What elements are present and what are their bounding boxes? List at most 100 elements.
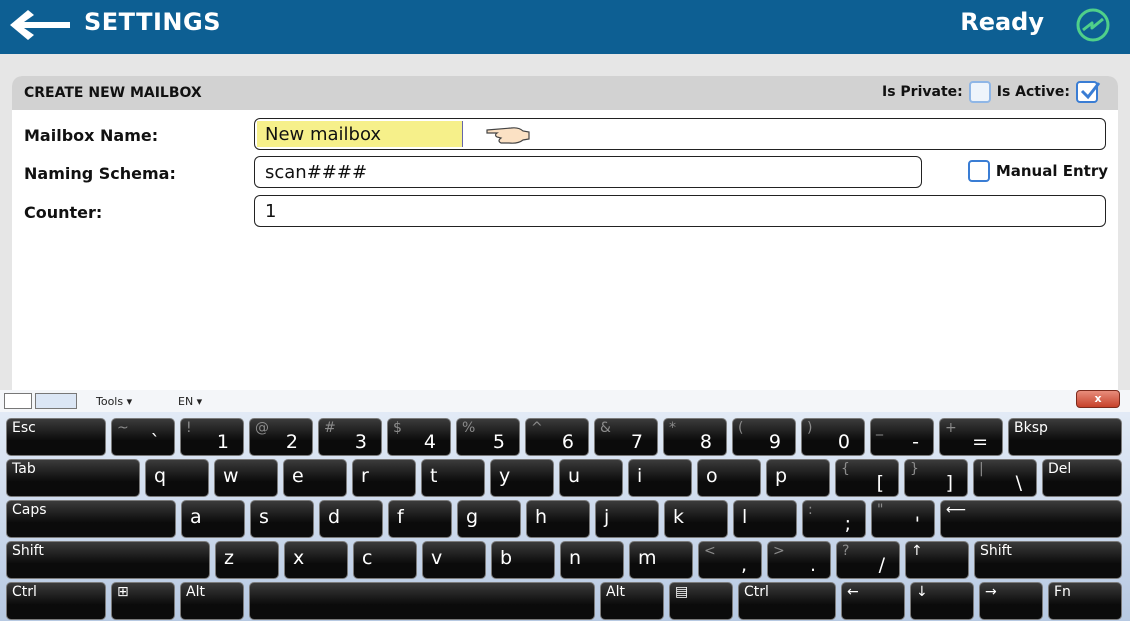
key-slash[interactable]: ? / <box>836 541 900 579</box>
key-g[interactable]: g <box>457 500 521 538</box>
key-0[interactable]: ) 0 <box>801 418 865 456</box>
key-e[interactable]: e <box>283 459 347 497</box>
manual-entry-toggle[interactable]: Manual Entry <box>962 160 1108 182</box>
key-r-label: r <box>361 465 369 487</box>
key-8[interactable]: * 8 <box>663 418 727 456</box>
key-bracket-left[interactable]: {[ <box>835 459 899 497</box>
key-alt-right[interactable]: Alt <box>600 582 664 620</box>
is-private-checkbox[interactable] <box>968 81 991 103</box>
key-3[interactable]: #3 <box>318 418 382 456</box>
key-u[interactable]: u <box>559 459 623 497</box>
key-n[interactable]: n <box>560 541 624 579</box>
key-shift-left[interactable]: Shift <box>6 541 210 579</box>
key-b[interactable]: b <box>491 541 555 579</box>
key-backslash[interactable]: | \ <box>973 459 1037 497</box>
key-j-label: j <box>604 506 610 528</box>
key-space[interactable] <box>249 582 595 620</box>
key-comma[interactable]: <, <box>698 541 762 579</box>
key-del[interactable]: Del <box>1042 459 1122 497</box>
key-6-label: 6 <box>561 431 574 453</box>
key-shift-right[interactable]: Shift <box>974 541 1122 579</box>
key-period[interactable]: >. <box>767 541 831 579</box>
key-up-label: ↑ <box>911 543 923 559</box>
key-w[interactable]: w <box>214 459 278 497</box>
key-caps[interactable]: Caps <box>6 500 176 538</box>
key-v[interactable]: v <box>422 541 486 579</box>
key-0-label: 0 <box>837 431 850 453</box>
key-right[interactable]: → <box>979 582 1043 620</box>
key-c[interactable]: c <box>353 541 417 579</box>
key-win[interactable]: ⊞ <box>111 582 175 620</box>
key-minus[interactable]: _ - <box>870 418 934 456</box>
is-active-checkbox[interactable] <box>1076 81 1101 103</box>
key-z[interactable]: z <box>215 541 279 579</box>
naming-schema-input[interactable]: scan#### <box>254 156 922 188</box>
counter-input[interactable]: 1 <box>254 195 1106 227</box>
key-t[interactable]: t <box>421 459 485 497</box>
key-enter[interactable]: ⟵ <box>940 500 1122 538</box>
key-9[interactable]: (9 <box>732 418 796 456</box>
keyboard-mode-icon[interactable] <box>35 393 77 409</box>
key-up[interactable]: ↑ <box>905 541 969 579</box>
key-quote[interactable]: " ' <box>871 500 935 538</box>
key-semicolon[interactable]: :; <box>802 500 866 538</box>
key-x[interactable]: x <box>284 541 348 579</box>
key-o[interactable]: o <box>697 459 761 497</box>
key-ctrl-right-label: Ctrl <box>744 584 769 600</box>
key-6[interactable]: ^ 6 <box>525 418 589 456</box>
key-tilde[interactable]: ~ ` <box>111 418 175 456</box>
key-menu[interactable]: ▤ <box>669 582 733 620</box>
key-bksp[interactable]: Bksp <box>1008 418 1122 456</box>
key-h[interactable]: h <box>526 500 590 538</box>
mailbox-name-row: Mailbox Name: New mailbox <box>12 118 1118 150</box>
counter-row: Counter: 1 <box>12 195 1118 227</box>
key-fn[interactable]: Fn <box>1048 582 1122 620</box>
key-k[interactable]: k <box>664 500 728 538</box>
key-ctrl-right[interactable]: Ctrl <box>738 582 836 620</box>
page-title: SETTINGS <box>84 8 221 36</box>
key-d[interactable]: d <box>319 500 383 538</box>
key-left[interactable]: ← <box>841 582 905 620</box>
key-i[interactable]: i <box>628 459 692 497</box>
pointing-hand-cursor-icon <box>486 127 530 144</box>
key-bracket-right-shift-label: } <box>910 461 919 477</box>
key-p[interactable]: p <box>766 459 830 497</box>
handwriting-mode-icon[interactable] <box>4 393 32 409</box>
key-q[interactable]: q <box>145 459 209 497</box>
counter-value: 1 <box>265 201 277 222</box>
key-ctrl-left-label: Ctrl <box>12 584 37 600</box>
key-l[interactable]: l <box>733 500 797 538</box>
key-alt-left[interactable]: Alt <box>180 582 244 620</box>
key-o-label: o <box>706 465 718 487</box>
key-down[interactable]: ↓ <box>910 582 974 620</box>
key-f[interactable]: f <box>388 500 452 538</box>
close-keyboard-button[interactable]: x <box>1076 390 1120 408</box>
key-fn-label: Fn <box>1054 584 1071 600</box>
key-a[interactable]: a <box>181 500 245 538</box>
language-menu[interactable]: EN ▾ <box>178 395 202 408</box>
key-v-label: v <box>431 547 443 569</box>
key-esc[interactable]: Esc <box>6 418 106 456</box>
key-2[interactable]: @2 <box>249 418 313 456</box>
key-u-label: u <box>568 465 581 487</box>
key-5[interactable]: % 5 <box>456 418 520 456</box>
manual-entry-checkbox[interactable] <box>967 160 990 182</box>
back-arrow-icon[interactable] <box>8 8 72 42</box>
key-m[interactable]: m <box>629 541 693 579</box>
key-1[interactable]: ! 1 <box>180 418 244 456</box>
key-4[interactable]: $4 <box>387 418 451 456</box>
key-bracket-right[interactable]: }] <box>904 459 968 497</box>
key-h-label: h <box>535 506 548 528</box>
mailbox-name-input[interactable]: New mailbox <box>254 118 1106 150</box>
key-r[interactable]: r <box>352 459 416 497</box>
key-7[interactable]: & 7 <box>594 418 658 456</box>
key-s[interactable]: s <box>250 500 314 538</box>
key-t-label: t <box>430 465 438 487</box>
key-ctrl-left[interactable]: Ctrl <box>6 582 106 620</box>
key-5-label: 5 <box>492 431 505 453</box>
tools-menu[interactable]: Tools ▾ <box>96 395 132 408</box>
key-equals[interactable]: + = <box>939 418 1003 456</box>
key-y[interactable]: y <box>490 459 554 497</box>
key-j[interactable]: j <box>595 500 659 538</box>
key-tab[interactable]: Tab <box>6 459 140 497</box>
